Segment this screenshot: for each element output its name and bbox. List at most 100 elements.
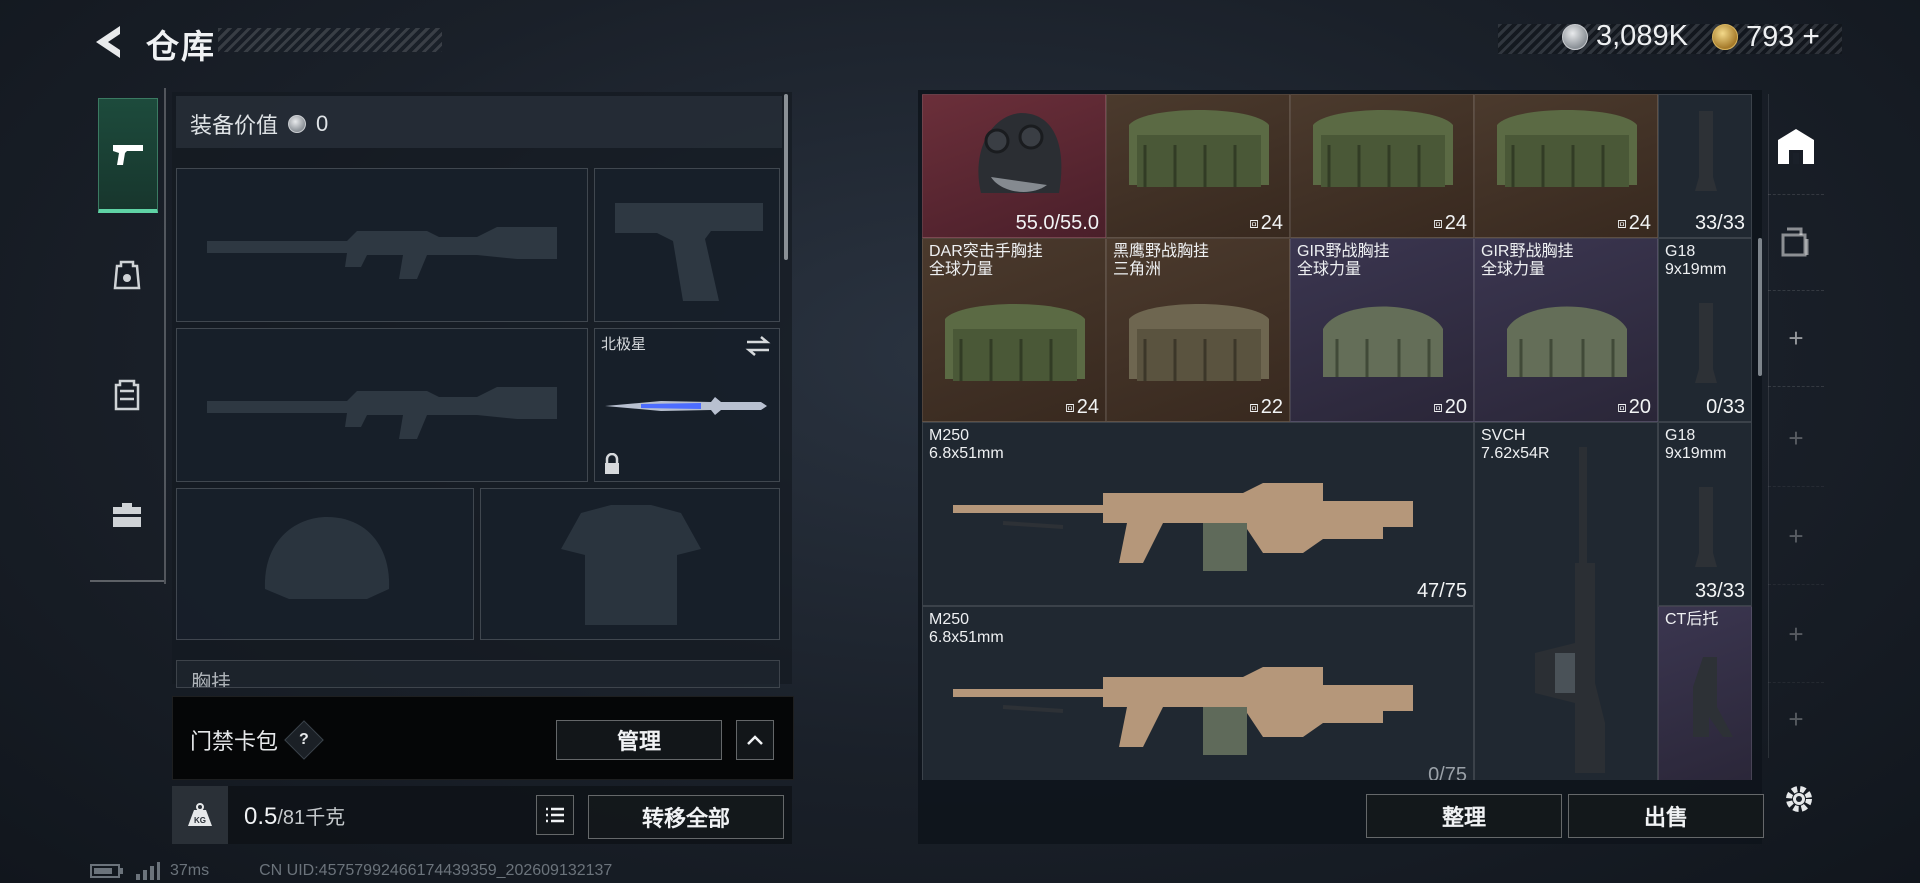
sell-button[interactable]: 出售 (1568, 794, 1764, 838)
slot-count-label: ⧈ 20 (1433, 396, 1467, 419)
nvg-helmet-icon (978, 113, 1062, 193)
inventory-cell-magazine[interactable]: G18 9x19mm 33/33 (1658, 422, 1752, 606)
collapse-button[interactable] (736, 720, 774, 760)
add-storage-button[interactable]: + (1768, 290, 1824, 387)
add-storage-button[interactable]: + (1768, 390, 1824, 487)
ammo-count: 0/75 (1428, 764, 1467, 780)
grid-icon: ⧈ (1065, 399, 1075, 416)
manage-button[interactable]: 管理 (556, 720, 722, 760)
chest-rig-slot[interactable]: 胸挂 (176, 660, 780, 688)
inventory-cell-vest[interactable]: ⧈ 24 (1106, 94, 1290, 238)
helmet-silhouette-icon (264, 517, 390, 599)
inventory-scrollbar[interactable] (1758, 238, 1762, 376)
tab-storage-box[interactable] (1768, 194, 1824, 291)
uid-label: CN UID:4575799246617443935​9_20260913213… (259, 862, 613, 879)
inventory-cell-weapon[interactable]: SVCH 7.62x54R (1474, 422, 1658, 780)
armor-slot[interactable] (480, 488, 780, 640)
inventory-cell-vest[interactable]: ⧈ 24 (1290, 94, 1474, 238)
chest-rig-icon (1129, 110, 1269, 187)
gold-amount: 793 (1746, 20, 1795, 53)
plus-icon: + (1788, 422, 1804, 453)
inventory-cell-weapon[interactable]: M250 6.8x51mm 0/75 (922, 606, 1474, 780)
vest-icon (114, 379, 140, 411)
machine-gun-icon (953, 667, 1413, 755)
add-currency-button[interactable]: + (1802, 20, 1820, 54)
weight-unit: 千克 (305, 807, 346, 829)
list-view-button[interactable] (536, 795, 574, 835)
weight-readout: 0.5/81千克 (244, 801, 345, 831)
weight-capacity: /81 (277, 807, 306, 829)
ammo-count: 33/33 (1694, 212, 1745, 234)
card-pack-label: 门禁卡包 (190, 729, 279, 754)
inventory-cell-vest[interactable]: ⧈ 24 (1474, 94, 1658, 238)
slot-count-label: ⧈ 20 (1617, 396, 1651, 419)
swap-icon[interactable] (745, 335, 771, 357)
ammo-count: 0/33 (1706, 396, 1745, 418)
pistol-slot[interactable] (594, 168, 780, 322)
inventory-cell-vest[interactable]: GIR野战胸挂 全球力量 ⧈ 20 (1290, 238, 1474, 422)
inventory-cell-magazine[interactable]: G18 9x19mm 0/33 (1658, 238, 1752, 422)
back-arrow-icon[interactable] (90, 22, 124, 62)
item-name: GIR野战胸挂 全球力量 (1481, 243, 1574, 278)
inventory-cell-weapon[interactable]: M250 6.8x51mm 47/75 (922, 422, 1474, 606)
inventory-cell-vest[interactable]: DAR突击手胸挂 全球力量 ⧈ 24 (922, 238, 1106, 422)
ammo-count: 33/33 (1694, 580, 1745, 602)
ping-label: 37ms (170, 862, 210, 879)
tab-backpack[interactable] (98, 220, 156, 330)
equipment-value-label: 装备价值 (190, 113, 279, 138)
chest-rig-icon (945, 304, 1085, 381)
help-icon[interactable]: ? (284, 720, 324, 760)
grid-icon: ⧈ (1249, 399, 1259, 416)
primary-weapon-slot[interactable] (176, 168, 588, 322)
silver-coin-icon (1562, 23, 1588, 50)
rail-divider (90, 580, 164, 582)
plus-icon: + (1788, 703, 1804, 734)
inventory-cell-vest[interactable]: GIR野战胸挂 全球力量 ⧈ 20 (1474, 238, 1658, 422)
inventory-cell-magazine[interactable]: 33/33 (1658, 94, 1752, 238)
plus-icon: + (1788, 322, 1804, 353)
ammo-count: 47/75 (1416, 580, 1467, 602)
inventory-cell-stock[interactable]: CT后托 (1658, 606, 1752, 780)
plus-icon: + (1788, 520, 1804, 551)
page-title: 仓库 (146, 28, 216, 65)
silver-amount: 3,089K (1596, 20, 1688, 52)
weight-icon: KG (172, 786, 228, 844)
slot-count: 24 (1260, 212, 1283, 234)
tab-warehouse[interactable] (1768, 98, 1824, 195)
tab-weapons[interactable] (98, 98, 158, 213)
gold-currency[interactable]: 793 + (1712, 20, 1820, 54)
slot-count-label: ⧈ 24 (1249, 212, 1283, 235)
silver-currency: 3,089K (1562, 20, 1688, 53)
pistol-silhouette-icon (615, 203, 763, 301)
add-storage-button[interactable]: + (1768, 488, 1824, 585)
helmet-slot[interactable] (176, 488, 474, 640)
magazine-icon (1695, 111, 1717, 191)
slot-count: 22 (1260, 396, 1283, 418)
signal-icon (136, 862, 160, 880)
pistol-icon (113, 145, 143, 165)
magazine-icon (1695, 303, 1717, 383)
sniper-rifle-icon (1535, 447, 1605, 773)
status-footer: 37ms CN UID:4575799246617443935​9_202609… (90, 862, 612, 880)
battery-icon (90, 864, 123, 878)
chest-rig-icon (1129, 304, 1269, 381)
transfer-all-button[interactable]: 转移全部 (588, 795, 784, 839)
inventory-grid: 55.0/55.0 ⧈24 ⧈24 ⧈24 33/33 DAR突击手胸挂 (922, 94, 1752, 780)
sort-button[interactable]: 整理 (1366, 794, 1562, 838)
inventory-cell-vest[interactable]: 黑鹰野战胸挂 三角洲 ⧈ 22 (1106, 238, 1290, 422)
item-name: G18 9x19mm (1665, 243, 1727, 278)
backpack-icon (113, 260, 141, 290)
melee-slot[interactable]: 北极星 (594, 328, 780, 482)
add-storage-button[interactable]: + (1768, 586, 1824, 683)
tab-case[interactable] (98, 460, 156, 570)
settings-gear-icon[interactable] (1782, 782, 1816, 816)
svg-text:KG: KG (194, 816, 206, 825)
tab-vest[interactable] (98, 340, 156, 450)
inventory-cell-helmet[interactable]: 55.0/55.0 (922, 94, 1106, 238)
equipment-scrollbar[interactable] (784, 94, 788, 260)
secondary-weapon-slot[interactable] (176, 328, 588, 482)
rifle-silhouette-icon (207, 227, 557, 279)
add-storage-button[interactable]: + (1768, 684, 1824, 754)
grid-icon: ⧈ (1249, 215, 1259, 232)
slot-count: 24 (1444, 212, 1467, 234)
